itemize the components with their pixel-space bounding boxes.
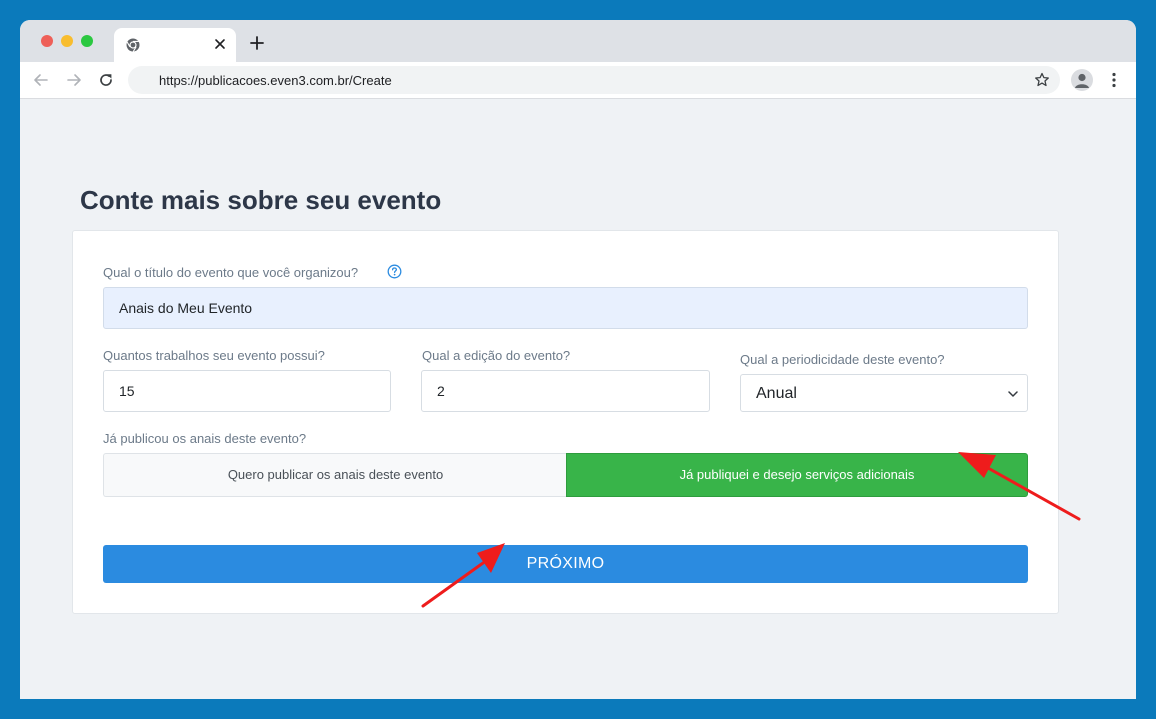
close-icon[interactable] xyxy=(211,35,229,53)
reload-icon[interactable] xyxy=(97,71,115,89)
edition-label: Qual a edição do evento? xyxy=(422,348,571,363)
published-label: Já publicou os anais deste evento? xyxy=(103,431,307,446)
next-button[interactable]: PRÓXIMO xyxy=(103,545,1028,583)
event-form-card: Qual o título do evento que você organiz… xyxy=(72,230,1059,614)
browser-toolbar: https://publicacoes.even3.com.br/Create xyxy=(20,62,1136,99)
option-already-published[interactable]: Já publiquei e desejo serviços adicionai… xyxy=(566,453,1028,497)
back-arrow-icon[interactable] xyxy=(32,71,50,89)
browser-tab[interactable] xyxy=(114,28,236,62)
plus-icon[interactable] xyxy=(248,34,266,52)
edition-input[interactable]: 2 xyxy=(421,370,710,412)
help-circle-icon[interactable] xyxy=(387,264,402,279)
works-count-value: 15 xyxy=(119,383,135,399)
edition-value: 2 xyxy=(437,383,445,399)
tab-strip xyxy=(20,20,1136,62)
works-count-label: Quantos trabalhos seu evento possui? xyxy=(103,348,325,363)
forward-arrow-icon[interactable] xyxy=(65,71,83,89)
option-want-to-publish[interactable]: Quero publicar os anais deste evento xyxy=(103,453,567,497)
works-count-input[interactable]: 15 xyxy=(103,370,391,412)
event-title-value: Anais do Meu Evento xyxy=(119,300,253,316)
close-window-button[interactable] xyxy=(41,35,53,47)
browser-window: https://publicacoes.even3.com.br/Create … xyxy=(20,20,1136,699)
url-text: https://publicacoes.even3.com.br/Create xyxy=(159,73,392,88)
page-title: Conte mais sobre seu evento xyxy=(80,185,442,215)
page-content: Conte mais sobre seu evento Qual o títul… xyxy=(20,99,1136,699)
event-title-input[interactable]: Anais do Meu Evento xyxy=(103,287,1028,329)
address-bar[interactable]: https://publicacoes.even3.com.br/Create xyxy=(128,66,1060,94)
periodicity-label: Qual a periodicidade deste evento? xyxy=(740,352,945,367)
periodicity-select[interactable]: Anual xyxy=(740,374,1028,412)
minimize-window-button[interactable] xyxy=(61,35,73,47)
profile-icon[interactable] xyxy=(1071,69,1093,91)
event-title-label: Qual o título do evento que você organiz… xyxy=(103,265,359,280)
star-icon[interactable] xyxy=(1034,72,1050,88)
chevron-down-icon xyxy=(1008,391,1018,397)
kebab-menu-icon[interactable] xyxy=(1107,71,1121,89)
maximize-window-button[interactable] xyxy=(81,35,93,47)
periodicity-value: Anual xyxy=(756,385,797,402)
chrome-icon xyxy=(126,38,140,52)
